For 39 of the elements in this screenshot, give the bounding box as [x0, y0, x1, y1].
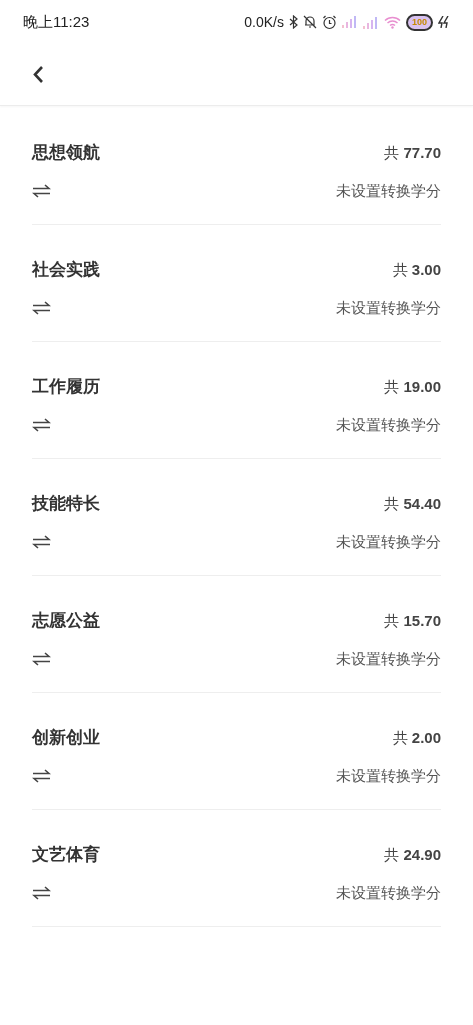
back-icon	[32, 65, 44, 84]
credit-total: 共 15.70	[384, 610, 441, 631]
conversion-status: 未设置转换学分	[336, 765, 441, 786]
conversion-status: 未设置转换学分	[336, 531, 441, 552]
conversion-status: 未设置转换学分	[336, 882, 441, 903]
swap-icon	[32, 886, 51, 900]
swap-icon	[32, 535, 51, 549]
wifi-icon	[384, 15, 401, 29]
category-title: 志愿公益	[32, 610, 100, 633]
category-title: 文艺体育	[32, 844, 100, 867]
status-time: 晚上11:23	[23, 11, 90, 32]
swap-icon	[32, 418, 51, 432]
conversion-status: 未设置转换学分	[336, 648, 441, 669]
battery-icon: 100	[406, 13, 433, 31]
conversion-status: 未设置转换学分	[336, 297, 441, 318]
network-speed: 0.0K/s	[244, 12, 284, 32]
credit-total: 共 19.00	[384, 376, 441, 397]
signal-icon	[363, 15, 379, 29]
category-title: 创新创业	[32, 727, 100, 750]
alarm-icon	[322, 14, 337, 30]
swap-icon	[32, 652, 51, 666]
category-title: 思想领航	[32, 142, 100, 165]
charging-icon	[438, 16, 450, 28]
category-title: 技能特长	[32, 493, 100, 516]
credit-total: 共 24.90	[384, 844, 441, 865]
swap-icon	[32, 301, 51, 315]
swap-icon	[32, 769, 51, 783]
signal-icon	[342, 16, 358, 28]
bluetooth-icon	[289, 15, 298, 29]
credit-total: 共 3.00	[392, 259, 441, 280]
credit-total: 共 54.40	[384, 493, 441, 514]
conversion-status: 未设置转换学分	[336, 414, 441, 435]
category-title: 社会实践	[32, 259, 100, 282]
conversion-status: 未设置转换学分	[336, 180, 441, 201]
category-title: 工作履历	[32, 376, 100, 399]
credit-total: 共 77.70	[384, 142, 441, 163]
swap-icon	[32, 184, 51, 198]
bell-off-icon	[303, 15, 317, 29]
credit-total: 共 2.00	[392, 727, 441, 748]
